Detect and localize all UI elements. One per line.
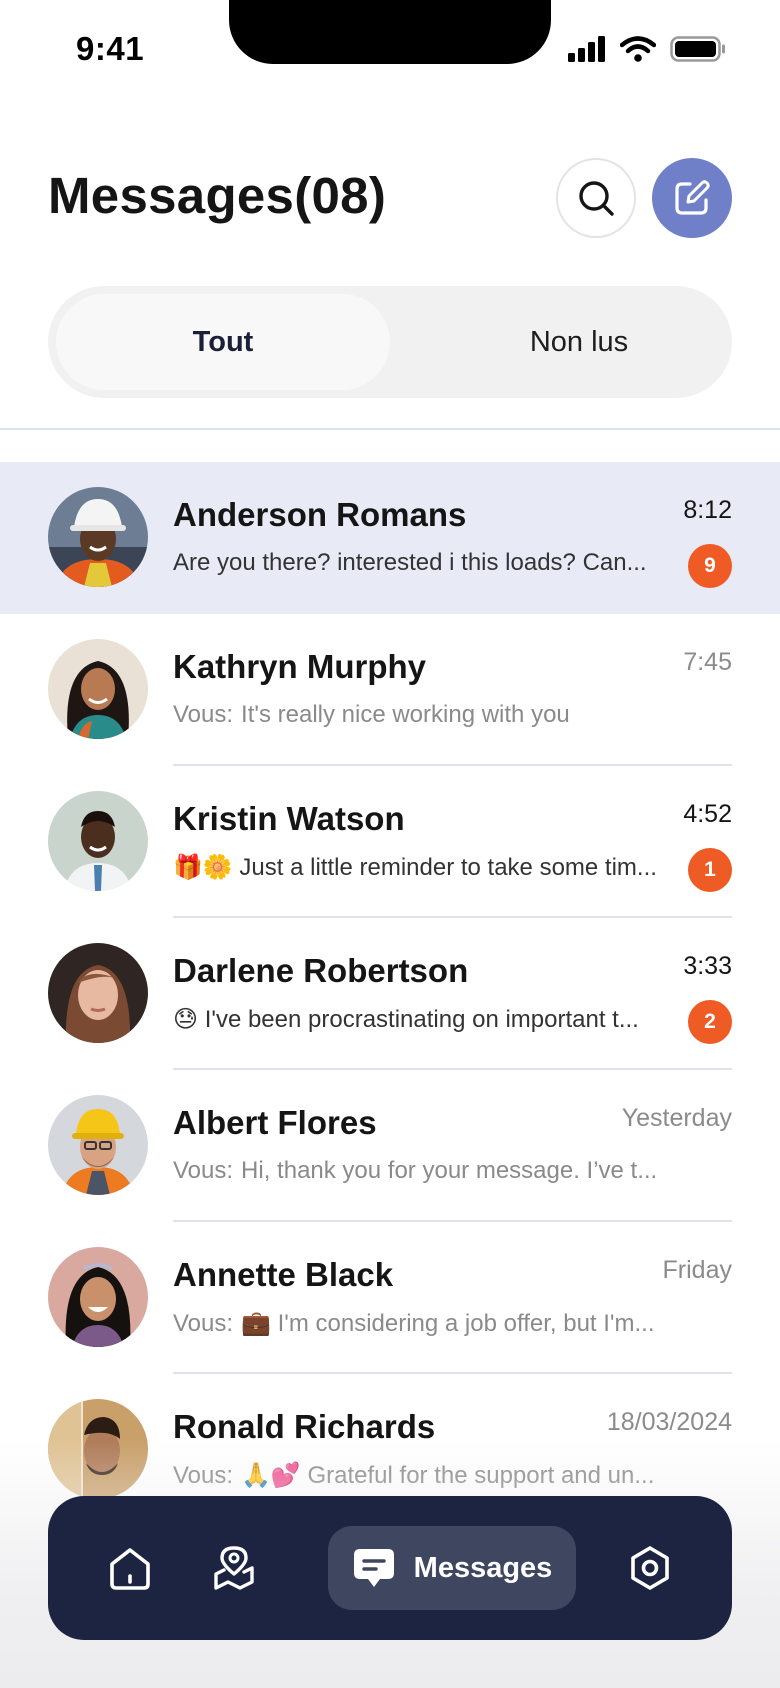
search-button[interactable] <box>556 158 636 238</box>
avatar <box>48 1247 148 1347</box>
contact-name: Darlene Robertson <box>173 952 469 989</box>
status-bar: 9:41 <box>0 0 780 100</box>
message-time: 4:52 <box>683 800 732 828</box>
avatar <box>48 1399 148 1499</box>
unread-badge: 1 <box>688 848 732 892</box>
message-time: 3:33 <box>683 952 732 980</box>
message-text: It's really nice working with you <box>241 701 570 728</box>
contact-name: Ronald Richards <box>173 1408 436 1445</box>
message-time: Yesterday <box>621 1104 732 1132</box>
nav-settings[interactable] <box>608 1526 692 1610</box>
message-time: 18/03/2024 <box>606 1408 732 1436</box>
map-pin-icon <box>214 1546 254 1590</box>
conversation-item[interactable]: Anderson Romans 8:12 Are you there? inte… <box>0 462 780 614</box>
sender-prefix: Vous: <box>173 1157 234 1184</box>
message-preview: 😓 I've been procrastinating on important… <box>173 1005 663 1034</box>
conversation-item[interactable]: Annette Black Friday Vous: 💼 I'm consider… <box>0 1222 780 1374</box>
wifi-icon <box>620 36 656 62</box>
sender-prefix: Vous: <box>173 1310 234 1337</box>
nav-messages-label: Messages <box>413 1551 553 1584</box>
status-time: 9:41 <box>76 30 145 67</box>
settings-icon <box>631 1546 669 1590</box>
message-text: 🎁🌼 Just a little reminder to take some t… <box>173 854 657 881</box>
avatar <box>48 639 148 739</box>
bottom-nav: Messages <box>48 1496 732 1640</box>
home-icon <box>110 1548 150 1590</box>
avatar <box>48 943 148 1043</box>
message-text: Are you there? interested i this loads? … <box>173 549 647 576</box>
message-text: 💼 I'm considering a job offer, but I'm..… <box>241 1310 655 1337</box>
message-preview: Are you there? interested i this loads? … <box>173 549 663 577</box>
contact-name: Kathryn Murphy <box>173 648 427 685</box>
message-preview: 🎁🌼 Just a little reminder to take some t… <box>173 853 663 882</box>
status-icons <box>568 36 726 62</box>
nav-messages[interactable]: Messages <box>328 1526 576 1610</box>
compose-button[interactable] <box>652 158 732 238</box>
chat-icon <box>353 1549 394 1587</box>
sender-prefix: Vous: <box>173 1462 234 1489</box>
avatar <box>48 1095 148 1195</box>
message-preview: Vous: 🙏💕 Grateful for the support and un.… <box>173 1461 663 1490</box>
filter-tabs: Tout Non lus <box>48 286 732 398</box>
message-preview: Vous: Hi, thank you for your message. I’v… <box>173 1157 663 1185</box>
message-text: 🙏💕 Grateful for the support and un... <box>241 1462 655 1489</box>
contact-name: Annette Black <box>173 1256 394 1293</box>
conversation-item[interactable]: Albert Flores Yesterday Vous: Hi, thank y… <box>0 1070 780 1222</box>
message-text: 😓 I've been procrastinating on important… <box>173 1006 639 1033</box>
message-preview: Vous: 💼 I'm considering a job offer, but … <box>173 1309 663 1338</box>
tab-all[interactable]: Tout <box>56 294 390 390</box>
avatar <box>48 487 148 587</box>
conversation-item[interactable]: Darlene Robertson 3:33 😓 I've been procr… <box>0 918 780 1070</box>
camera-notch <box>229 0 551 64</box>
message-time: 7:45 <box>683 648 732 676</box>
search-icon <box>579 181 614 216</box>
sender-prefix: Vous: <box>173 701 234 728</box>
conversation-item[interactable]: Kristin Watson 4:52 🎁🌼 Just a little rem… <box>0 766 780 918</box>
avatar <box>48 791 148 891</box>
tab-unread[interactable]: Non lus <box>434 294 724 390</box>
message-time: Friday <box>662 1256 732 1284</box>
battery-icon <box>670 36 725 62</box>
nav-home[interactable] <box>88 1526 172 1610</box>
divider <box>0 428 780 430</box>
message-preview: Vous: It's really nice working with you <box>173 701 663 729</box>
nav-map[interactable] <box>192 1526 276 1610</box>
message-time: 8:12 <box>683 496 732 524</box>
message-text: Hi, thank you for your message. I’ve t..… <box>241 1157 658 1184</box>
signal-icon <box>568 36 605 62</box>
contact-name: Albert Flores <box>173 1104 377 1141</box>
unread-badge: 9 <box>688 544 732 588</box>
conversation-item[interactable]: Kathryn Murphy 7:45 Vous: It's really nic… <box>0 614 780 766</box>
contact-name: Kristin Watson <box>173 800 405 837</box>
unread-badge: 2 <box>688 1000 732 1044</box>
compose-icon <box>675 180 710 215</box>
page-title: Messages(08) <box>48 167 387 224</box>
contact-name: Anderson Romans <box>173 496 467 533</box>
